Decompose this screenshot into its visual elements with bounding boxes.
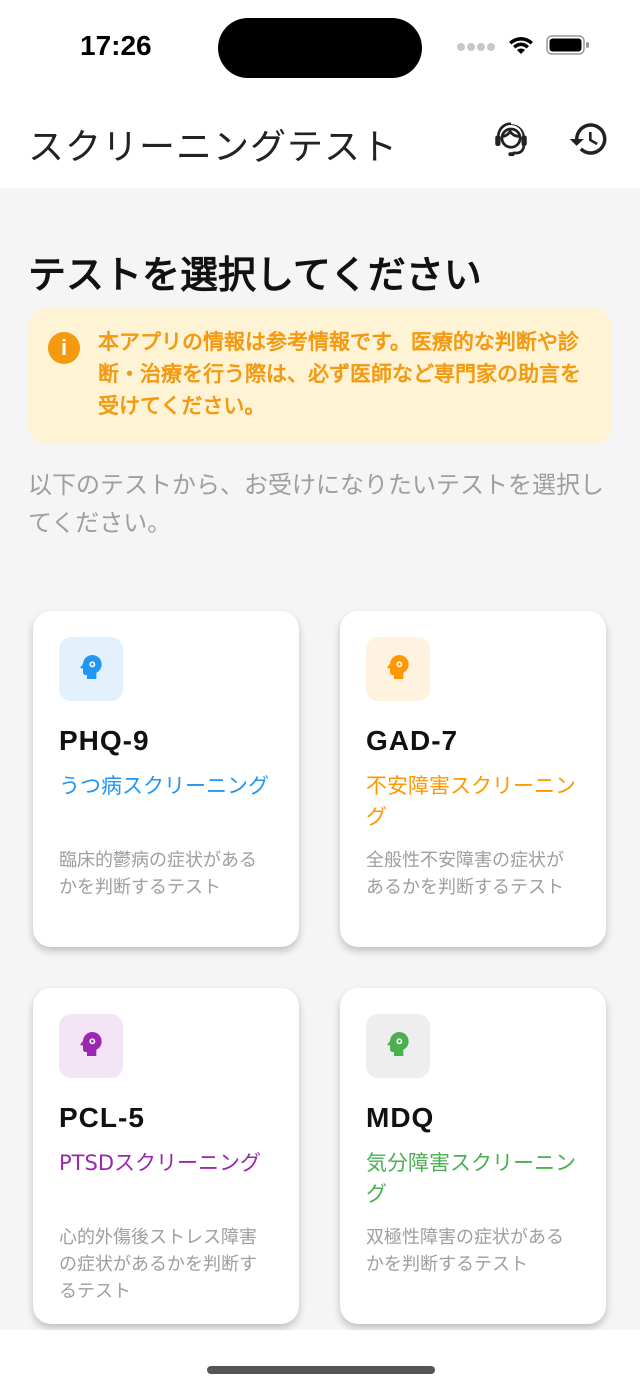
test-subtitle: 不安障害スクリーニング bbox=[366, 774, 576, 829]
test-card-gad-7[interactable]: GAD-7 不安障害スクリーニング全般性不安障害の症状があるかを判断するテスト bbox=[340, 611, 606, 947]
psychology-icon bbox=[382, 651, 414, 687]
card-icon-box bbox=[366, 637, 430, 701]
support-button[interactable] bbox=[488, 118, 534, 164]
battery-icon bbox=[546, 34, 590, 60]
psychology-icon bbox=[382, 1028, 414, 1064]
disclaimer-notice: i 本アプリの情報は参考情報です。医療的な判断や診断・治療を行う際は、必ず医師な… bbox=[28, 308, 612, 444]
test-description: 臨床的鬱病の症状があるかを判断するテスト bbox=[59, 850, 257, 898]
card-icon-box bbox=[366, 1014, 430, 1078]
status-time: 17:26 bbox=[80, 30, 152, 61]
history-icon bbox=[568, 118, 610, 164]
card-icon-box bbox=[59, 1014, 123, 1078]
dynamic-island bbox=[218, 18, 422, 78]
test-description: 双極性障害の症状があるかを判断するテスト bbox=[366, 1227, 564, 1275]
home-indicator[interactable] bbox=[207, 1366, 435, 1374]
test-name: GAD-7 bbox=[366, 725, 459, 756]
wifi-icon bbox=[508, 35, 534, 59]
test-card-pcl-5[interactable]: PCL-5 PTSDスクリーニング心的外傷後ストレス障害の症状があるかを判断するテ… bbox=[33, 988, 299, 1324]
test-subtitle: PTSDスクリーニング bbox=[59, 1151, 261, 1175]
status-icons bbox=[456, 34, 590, 60]
test-name: MDQ bbox=[366, 1102, 435, 1133]
section-title: テストを選択してください bbox=[28, 253, 482, 297]
app-bar: スクリーニングテスト bbox=[0, 96, 640, 188]
test-subtitle: うつ病スクリーニング bbox=[59, 774, 269, 798]
test-card-phq-9[interactable]: PHQ-9 うつ病スクリーニング臨床的鬱病の症状があるかを判断するテスト bbox=[33, 611, 299, 947]
info-icon: i bbox=[48, 332, 80, 364]
test-card-mdq[interactable]: MDQ 気分障害スクリーニング双極性障害の症状があるかを判断するテスト bbox=[340, 988, 606, 1324]
status-bar: 17:26 bbox=[0, 0, 640, 96]
signal-icon bbox=[456, 38, 496, 57]
test-name: PCL-5 bbox=[59, 1102, 145, 1133]
notice-text: 本アプリの情報は参考情報です。医療的な判断や診断・治療を行う際は、必ず医師など専… bbox=[98, 330, 581, 418]
history-button[interactable] bbox=[566, 118, 612, 164]
page-title: スクリーニングテスト bbox=[28, 127, 399, 168]
test-description: 心的外傷後ストレス障害の症状があるかを判断するテスト bbox=[59, 1227, 257, 1302]
home-bar-area bbox=[0, 1330, 640, 1387]
test-description: 全般性不安障害の症状があるかを判断するテスト bbox=[366, 850, 564, 898]
test-subtitle: 気分障害スクリーニング bbox=[366, 1151, 576, 1206]
headset-icon bbox=[490, 118, 532, 164]
card-icon-box bbox=[59, 637, 123, 701]
intro-text: 以下のテストから、お受けになりたいテストを選択してください。 bbox=[28, 471, 604, 537]
psychology-icon bbox=[75, 1028, 107, 1064]
test-name: PHQ-9 bbox=[59, 725, 150, 756]
psychology-icon bbox=[75, 651, 107, 687]
